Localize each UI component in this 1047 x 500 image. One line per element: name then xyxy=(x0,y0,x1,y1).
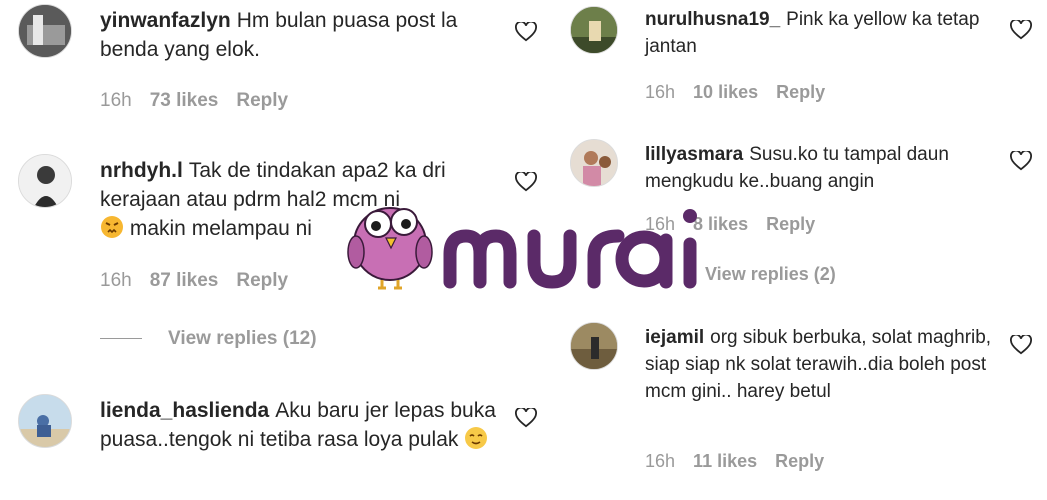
comment-meta: 16h 87 likes Reply xyxy=(100,270,306,292)
comment-time: 16h xyxy=(100,270,132,291)
comment-item: yinwanfazlyn Hm bulan puasa post la benda… xyxy=(0,0,540,125)
relieved-face-icon xyxy=(464,426,488,458)
view-replies-button[interactable]: View replies (12) xyxy=(100,328,317,350)
reply-button[interactable]: Reply xyxy=(236,270,288,291)
avatar[interactable] xyxy=(570,139,618,187)
murai-watermark-logo xyxy=(346,196,706,296)
avatar[interactable] xyxy=(570,322,618,370)
murai-bird-icon xyxy=(347,207,697,290)
reply-button[interactable]: Reply xyxy=(236,90,288,111)
comment-item: iejamil org sibuk berbuka, solat maghrib,… xyxy=(555,318,1047,500)
comment-body-continued: makin melampau ni xyxy=(129,217,312,240)
comment-text: yinwanfazlyn Hm bulan puasa post la benda… xyxy=(100,6,460,64)
avatar[interactable] xyxy=(570,6,618,54)
view-replies-button[interactable]: View replies (2) xyxy=(705,264,836,285)
like-heart-icon[interactable] xyxy=(515,408,537,428)
username-link[interactable]: nrhdyh.l xyxy=(100,159,183,182)
username-link[interactable]: nurulhusna19_ xyxy=(645,9,780,30)
username-link[interactable]: lillyasmara xyxy=(645,144,743,165)
like-count[interactable]: 11 likes xyxy=(693,451,757,471)
reply-button[interactable]: Reply xyxy=(776,82,825,102)
comment-time: 16h xyxy=(100,90,132,111)
like-heart-icon[interactable] xyxy=(1010,151,1032,171)
divider xyxy=(100,338,142,340)
like-heart-icon[interactable] xyxy=(515,22,537,42)
username-link[interactable]: iejamil xyxy=(645,327,704,348)
comment-text: lienda_haslienda Aku baru jer lepas buka … xyxy=(100,396,500,458)
like-heart-icon[interactable] xyxy=(515,172,537,192)
like-count[interactable]: 73 likes xyxy=(150,90,219,111)
like-count[interactable]: 87 likes xyxy=(150,270,219,291)
avatar[interactable] xyxy=(18,4,72,58)
view-replies-label: View replies (2) xyxy=(705,264,836,284)
comment-text: iejamil org sibuk berbuka, solat maghrib,… xyxy=(645,324,995,405)
username-link[interactable]: yinwanfazlyn xyxy=(100,9,231,32)
comment-time: 16h xyxy=(645,82,676,102)
persevering-face-icon xyxy=(100,215,124,247)
comment-meta: 16h 11 likes Reply xyxy=(645,451,842,472)
comment-time: 16h xyxy=(645,451,676,471)
comment-text: nurulhusna19_ Pink ka yellow ka tetap jan… xyxy=(645,6,995,60)
comment-item: nurulhusna19_ Pink ka yellow ka tetap jan… xyxy=(555,0,1047,115)
avatar[interactable] xyxy=(18,394,72,448)
comment-meta: 16h 73 likes Reply xyxy=(100,90,306,112)
reply-button[interactable]: Reply xyxy=(775,451,824,471)
reply-button[interactable]: Reply xyxy=(766,214,815,234)
like-heart-icon[interactable] xyxy=(1010,20,1032,40)
view-replies-label: View replies (12) xyxy=(168,328,317,349)
username-link[interactable]: lienda_haslienda xyxy=(100,399,269,422)
comment-item: lienda_haslienda Aku baru jer lepas buka … xyxy=(0,390,540,500)
comment-meta: 16h 10 likes Reply xyxy=(645,82,843,103)
comment-text: lillyasmara Susu.ko tu tampal daun mengku… xyxy=(645,141,995,195)
like-heart-icon[interactable] xyxy=(1010,335,1032,355)
avatar[interactable] xyxy=(18,154,72,208)
like-count[interactable]: 10 likes xyxy=(693,82,758,102)
